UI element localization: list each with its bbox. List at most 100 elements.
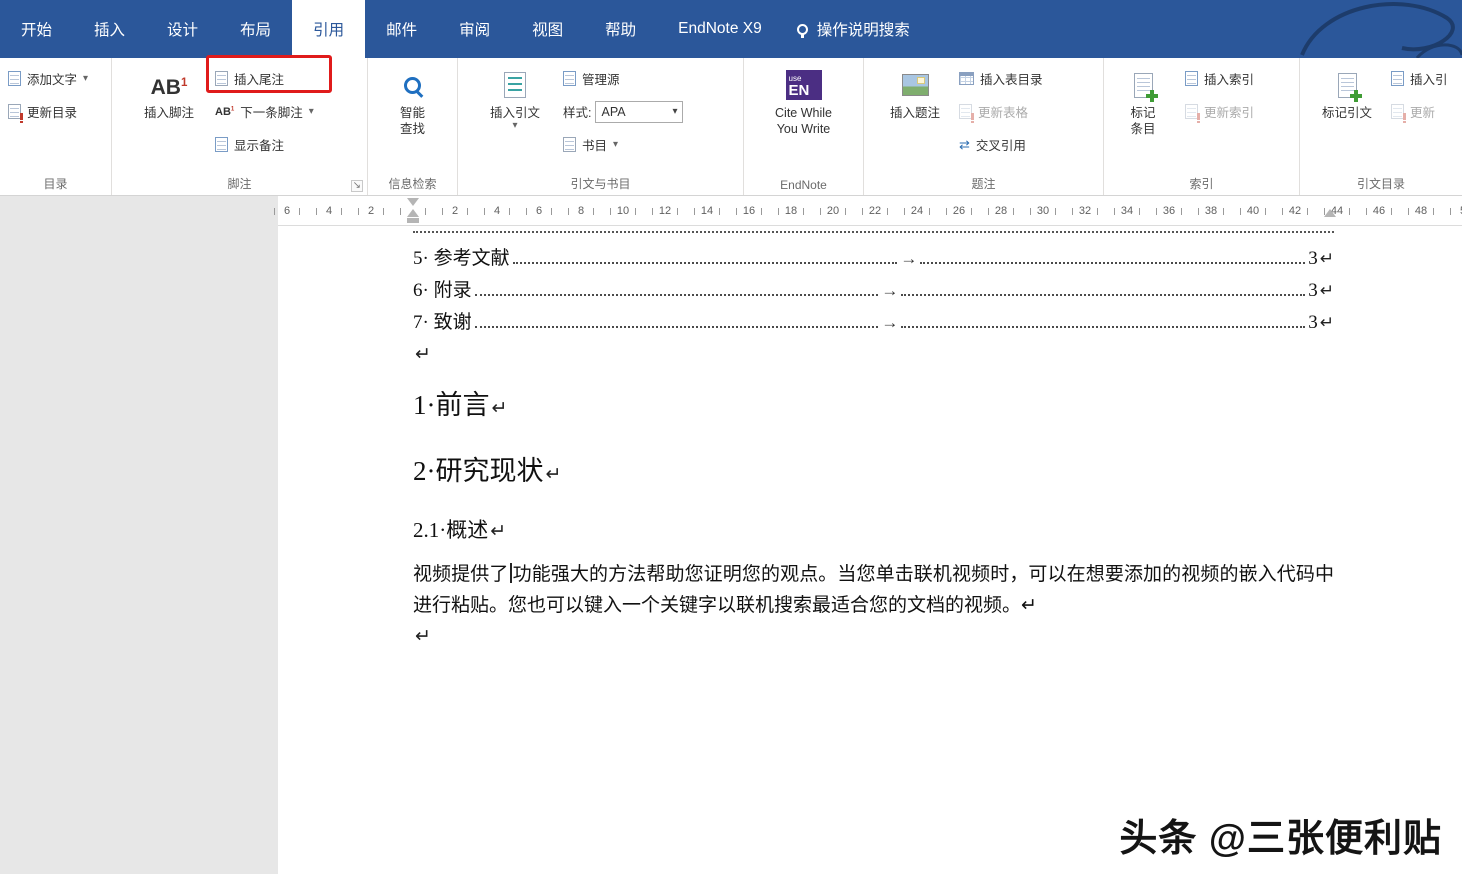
ruler-tick	[971, 208, 972, 215]
insert-index-button[interactable]: 插入索引	[1180, 62, 1259, 95]
paragraph-mark: ↵	[490, 521, 506, 542]
tab-layout[interactable]: 布局	[219, 0, 292, 58]
ruler-cell: 32	[1064, 196, 1106, 226]
document-content[interactable]: 5· 参考文献 → 3 ↵ 6· 附录 → 3 ↵ 7· 致谢 → 3 ↵	[413, 228, 1334, 653]
update-toc-label: 更新目录	[27, 102, 77, 121]
add-text-button[interactable]: 添加文字 ▾	[3, 62, 93, 95]
update-toc-button[interactable]: 更新目录	[3, 95, 93, 128]
ruler-number: 2	[452, 205, 458, 217]
show-notes-button[interactable]: 显示备注	[210, 128, 319, 161]
update-table-of-authorities-button[interactable]: 更新	[1386, 95, 1453, 128]
update-index-button[interactable]: 更新索引	[1180, 95, 1259, 128]
chevron-down-icon: ▾	[512, 121, 517, 131]
ruler-cell: 16	[728, 196, 770, 226]
insert-table-of-figures-button[interactable]: 插入表目录	[954, 62, 1048, 95]
ruler-tick	[1265, 208, 1266, 215]
group-citations-bibliography: 插入引文 ▾ 管理源 样式: APA ▾ 书目 ▾ 引文与书目	[458, 58, 744, 195]
ruler-tick	[1156, 208, 1157, 215]
right-indent-marker[interactable]	[1324, 209, 1336, 217]
ruler-tick	[1391, 208, 1392, 215]
ruler-cell: 34	[1106, 196, 1148, 226]
insert-table-of-authorities-button[interactable]: 插入引	[1386, 62, 1453, 95]
left-indent-marker[interactable]	[407, 218, 419, 223]
bibliography-button[interactable]: 书目 ▾	[558, 128, 688, 161]
ruler-tick	[1450, 208, 1451, 215]
ruler-tick	[509, 208, 510, 215]
dot-leader	[901, 326, 1305, 328]
dialog-launcher-icon[interactable]: ↘	[351, 180, 363, 192]
tab-view[interactable]: 视图	[511, 0, 584, 58]
hanging-indent-marker[interactable]	[407, 209, 419, 217]
first-line-indent-marker[interactable]	[407, 198, 419, 206]
update-table-button[interactable]: 更新表格	[954, 95, 1048, 128]
ruler-tick	[1072, 208, 1073, 215]
ruler-tick	[551, 208, 552, 215]
tab-references[interactable]: 引用	[292, 0, 365, 58]
mark-citation-icon	[1338, 73, 1357, 98]
group-table-of-authorities: 标记引文 插入引 更新 引文目录	[1300, 58, 1462, 195]
ruler-number: 36	[1163, 205, 1175, 217]
ruler-tick	[736, 208, 737, 215]
tab-insert[interactable]: 插入	[73, 0, 146, 58]
tab-review[interactable]: 审阅	[438, 0, 511, 58]
body-text[interactable]: 视频提供了功能强大的方法帮助您证明您的观点。当您单击联机视频时，可以在想要添加的…	[413, 559, 1334, 653]
add-text-icon	[8, 71, 21, 86]
toc-entry[interactable]: 6· 附录 → 3 ↵	[413, 275, 1334, 307]
ruler-tick	[383, 208, 384, 215]
style-select[interactable]: APA ▾	[595, 101, 683, 123]
update-index-label: 更新索引	[1204, 102, 1254, 121]
mark-entry-label: 条目	[1130, 121, 1155, 137]
insert-table-of-figures-label: 插入表目录	[980, 69, 1043, 88]
tab-help[interactable]: 帮助	[584, 0, 657, 58]
ruler-tick	[887, 208, 888, 215]
ruler-number: 34	[1121, 205, 1133, 217]
ruler-number: 4	[326, 205, 332, 217]
ruler-tick	[761, 208, 762, 215]
add-text-label: 添加文字	[27, 69, 77, 88]
paragraph-mark: ↵	[415, 621, 1334, 653]
ruler-cell: 4	[476, 196, 518, 226]
document-area[interactable]: 5· 参考文献 → 3 ↵ 6· 附录 → 3 ↵ 7· 致谢 → 3 ↵	[0, 226, 1462, 874]
manage-sources-button[interactable]: 管理源	[558, 62, 688, 95]
ruler-tick	[1349, 208, 1350, 215]
dot-leader	[920, 262, 1305, 264]
tab-endnote-x9[interactable]: EndNote X9	[657, 0, 783, 58]
tell-me-label: 操作说明搜索	[817, 18, 910, 40]
paragraph-mark: ↵	[1320, 275, 1334, 307]
paragraph-mark: ↵	[492, 398, 508, 419]
tab-mailings[interactable]: 邮件	[365, 0, 438, 58]
ruler-cell: 28	[980, 196, 1022, 226]
tab-design[interactable]: 设计	[146, 0, 219, 58]
group-label-toc: 目录	[0, 175, 111, 192]
toc-entry[interactable]: 5· 参考文献 → 3 ↵	[413, 243, 1334, 275]
update-table-of-authorities-icon	[1391, 104, 1404, 119]
ruler-tick	[425, 208, 426, 215]
heading-foreword: 1·前言↵	[413, 387, 1334, 427]
tell-me-search[interactable]: 操作说明搜索	[783, 0, 924, 58]
toc-entry-page: 3	[1308, 243, 1318, 275]
ruler-cell: 5	[1442, 196, 1462, 226]
style-value: APA	[601, 105, 625, 119]
tab-home[interactable]: 开始	[0, 0, 73, 58]
ruler-tick	[526, 208, 527, 215]
paragraph-mark: ↵	[415, 339, 1334, 371]
dot-leader	[901, 294, 1305, 296]
insert-endnote-button[interactable]: 插入尾注	[210, 62, 319, 95]
group-research: 智能 查找 信息检索	[368, 58, 458, 195]
cite-while-you-write-button[interactable]: use EN Cite While You Write	[754, 58, 854, 195]
toc-entry[interactable]: 7· 致谢 → 3 ↵	[413, 307, 1334, 339]
ruler-tick	[274, 208, 275, 215]
ribbon-references: 添加文字 ▾ 更新目录 目录 AB1 插入脚注 插入尾注 AB1 下一条脚注 ▾	[0, 58, 1462, 196]
ruler-tick	[904, 208, 905, 215]
bibliography-icon	[563, 137, 576, 152]
ruler-cell: 26	[938, 196, 980, 226]
horizontal-ruler[interactable]: 6 4 2 2 4 6 8 10 12 14 16 18 20 22	[0, 196, 1462, 226]
group-label-research: 信息检索	[368, 175, 457, 192]
ruler-cell: 10	[602, 196, 644, 226]
ruler-tick	[1433, 208, 1434, 215]
ruler-tick	[1114, 208, 1115, 215]
next-footnote-button[interactable]: AB1 下一条脚注 ▾	[210, 95, 319, 128]
ruler-cell: 30	[1022, 196, 1064, 226]
ruler-cell: 8	[560, 196, 602, 226]
cross-reference-button[interactable]: ⇄ 交叉引用	[954, 128, 1048, 161]
